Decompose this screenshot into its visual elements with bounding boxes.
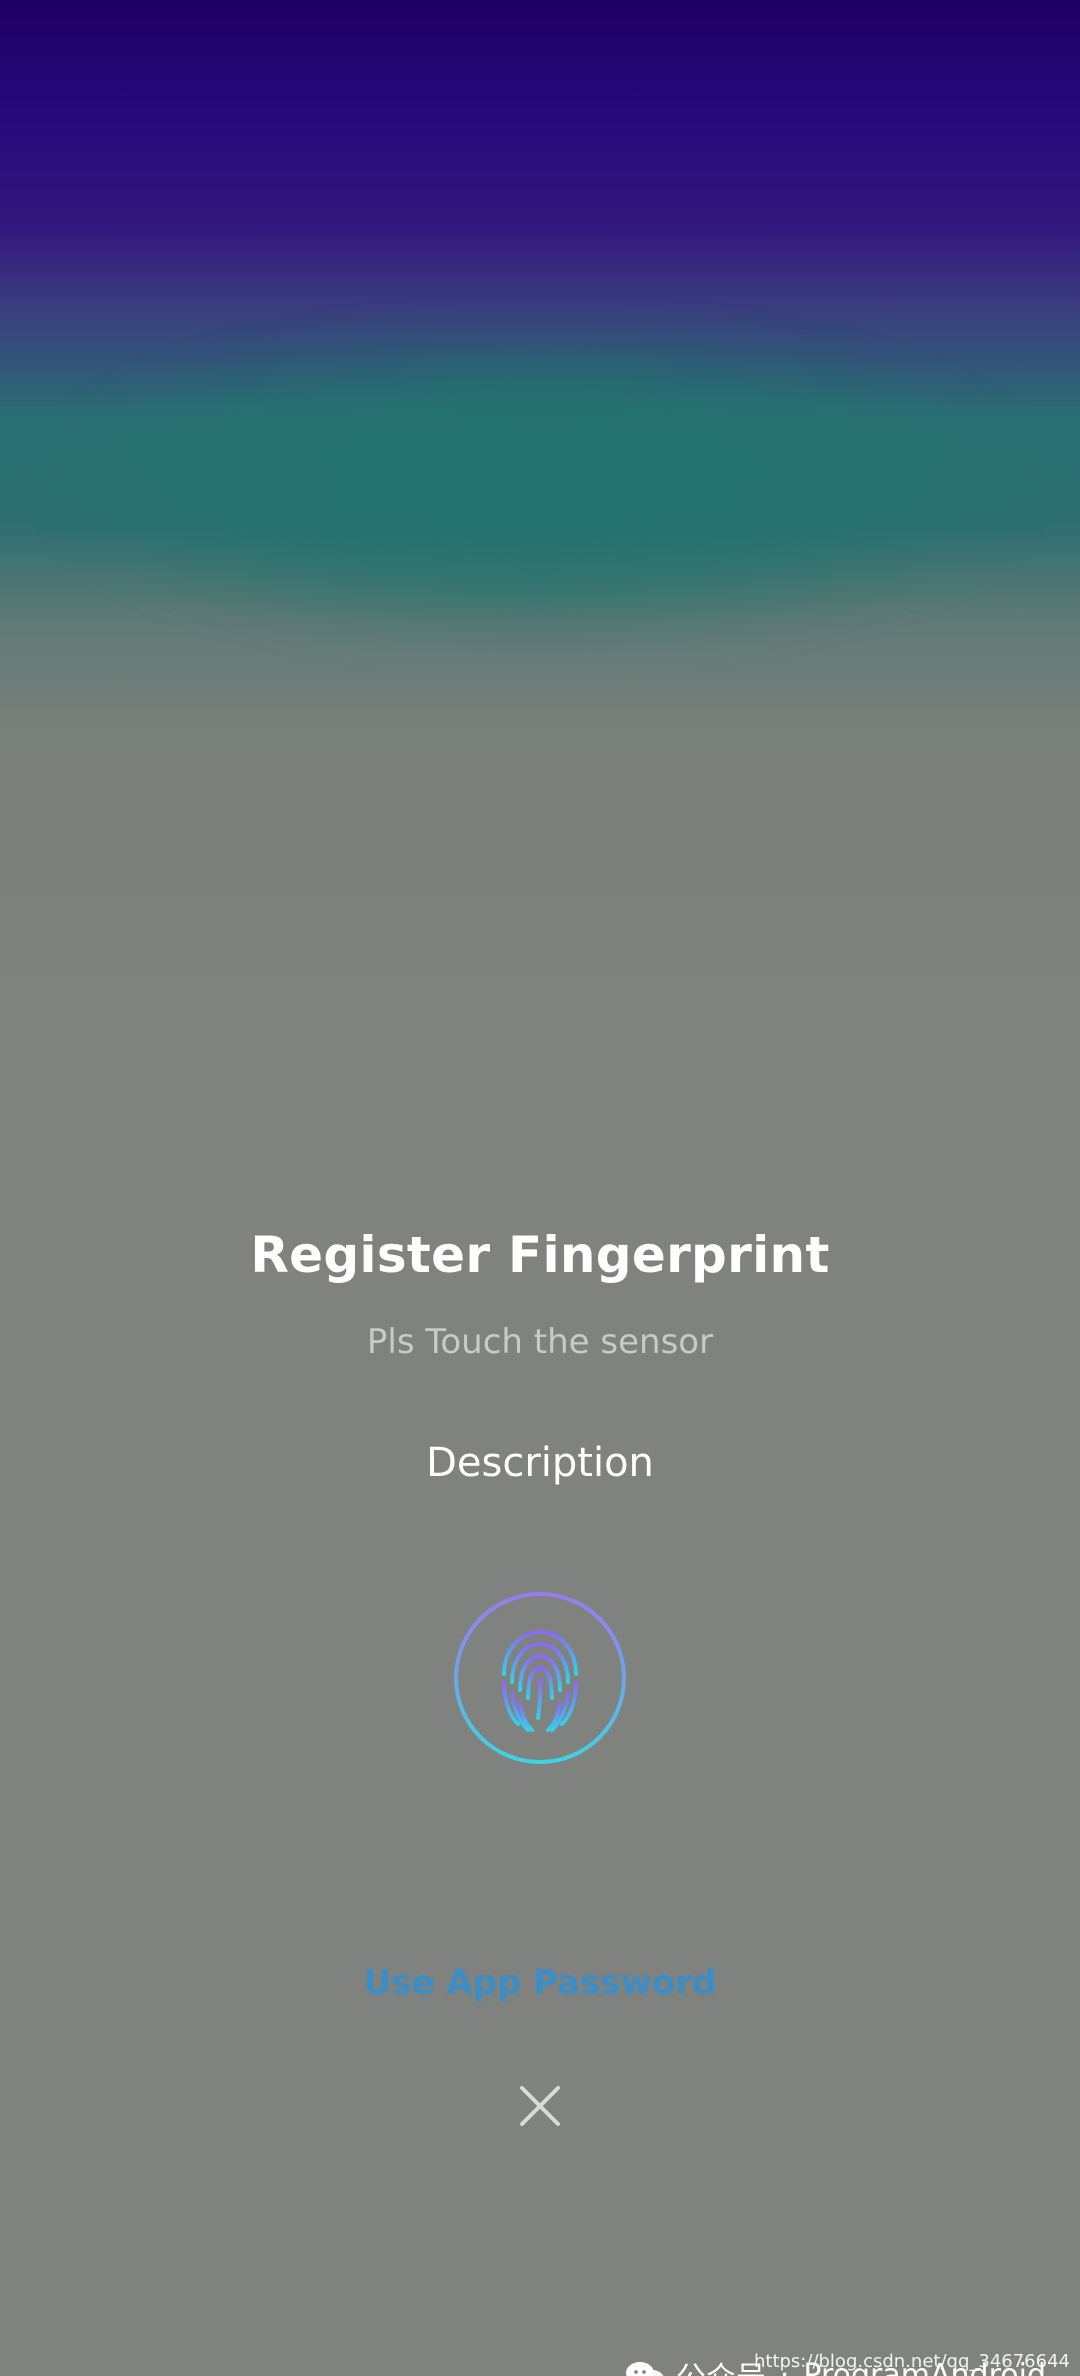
fingerprint-dialog: Register Fingerprint Pls Touch the senso… [0, 0, 1080, 2376]
dialog-title: Register Fingerprint [250, 1226, 830, 1284]
dialog-subtitle: Pls Touch the sensor [366, 1322, 714, 1362]
watermark-url: https://blog.csdn.net/qq_34676644 [753, 2351, 1070, 2372]
dialog-description: Description [426, 1440, 654, 1486]
watermark-name: 公众号 [676, 2353, 766, 2376]
use-app-password-link[interactable]: Use App Password [0, 1963, 1080, 2003]
close-icon[interactable] [512, 2078, 568, 2134]
fingerprint-icon[interactable] [452, 1590, 628, 1766]
wechat-icon [625, 2362, 664, 2376]
